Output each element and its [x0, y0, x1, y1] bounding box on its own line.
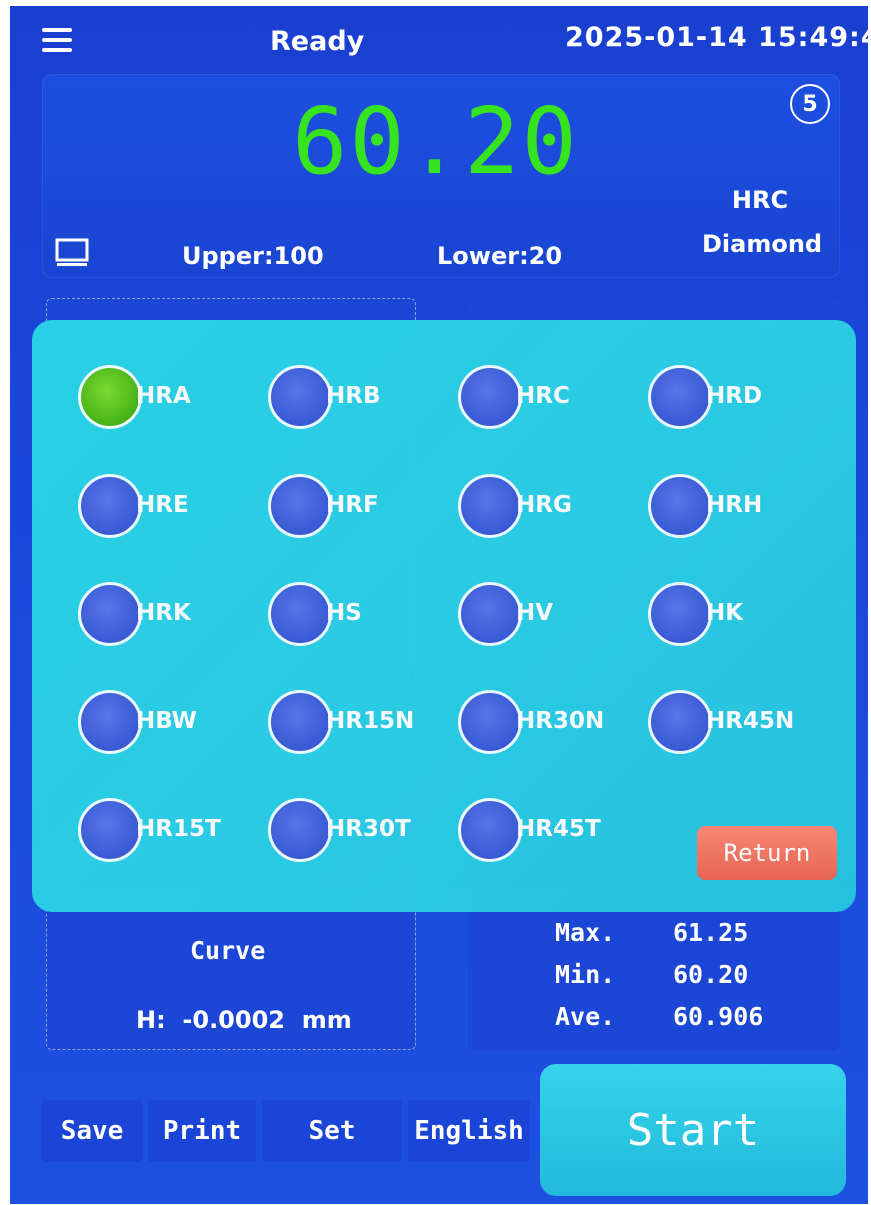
option-label: HR45N [706, 708, 795, 734]
option-label: HRE [136, 492, 189, 518]
option-label: HV [516, 600, 554, 626]
radio-icon [268, 474, 332, 538]
status-text: Ready [270, 26, 365, 57]
depth-label: H: [136, 1006, 166, 1034]
lower-limit: Lower:20 [437, 242, 563, 270]
scale-option-hr15t[interactable]: HR15T [78, 798, 268, 868]
option-label: HS [326, 600, 362, 626]
radio-icon [268, 582, 332, 646]
radio-icon [78, 798, 142, 862]
option-label: HR45T [516, 816, 601, 842]
depth-value: -0.0002 [182, 1006, 285, 1034]
scale-option-hrk[interactable]: HRK [78, 582, 268, 652]
settings-button[interactable]: Set [262, 1100, 402, 1162]
stat-label: Min. [555, 960, 616, 989]
radio-icon [268, 365, 332, 429]
scale-option-hrg[interactable]: HRG [458, 474, 648, 544]
scale-option-hrd[interactable]: HRD [648, 365, 838, 435]
stat-value: 60.20 [673, 960, 749, 989]
radio-selected-icon [78, 365, 142, 429]
radio-icon [648, 365, 712, 429]
option-label: HR30N [516, 708, 605, 734]
stat-label: Ave. [555, 1002, 616, 1031]
option-label: HRF [326, 492, 379, 518]
option-label: HK [706, 600, 744, 626]
scale-option-hr30t[interactable]: HR30T [268, 798, 458, 868]
option-label: HRB [326, 383, 381, 409]
radio-icon [458, 582, 522, 646]
stat-value: 60.906 [673, 1002, 764, 1031]
datetime: 2025-01-14 15:49:49 [565, 22, 868, 53]
option-label: HRA [136, 383, 191, 409]
scale-option-hk[interactable]: HK [648, 582, 838, 652]
statistics: Max. 61.25 Min. 60.20 Ave. 60.906 [555, 918, 763, 1044]
scale-option-hr30n[interactable]: HR30N [458, 690, 648, 760]
print-button[interactable]: Print [148, 1100, 256, 1162]
upper-limit: Upper:100 [182, 242, 324, 270]
stat-row-max: Max. 61.25 [555, 918, 763, 960]
radio-icon [648, 474, 712, 538]
scale-option-hbw[interactable]: HBW [78, 690, 268, 760]
scale-selector-dialog: HRA HRB HRC HRD HRE HRF HRG HRH HRK HS H… [32, 320, 856, 912]
option-label: HRK [136, 600, 191, 626]
option-label: HR15T [136, 816, 221, 842]
option-label: HBW [136, 708, 197, 734]
scale-option-hs[interactable]: HS [268, 582, 458, 652]
scale-option-hrh[interactable]: HRH [648, 474, 838, 544]
radio-icon [78, 690, 142, 754]
scale-option-hv[interactable]: HV [458, 582, 648, 652]
result-panel: 5 60.20 HRC Diamond Upper:100 Lower:20 [42, 74, 840, 278]
device-screen: Ready 2025-01-14 15:49:49 5 60.20 HRC Di… [10, 6, 868, 1204]
radio-icon [78, 582, 142, 646]
test-count-badge: 5 [790, 84, 830, 124]
stat-row-ave: Ave. 60.906 [555, 1002, 763, 1044]
scale-option-hr45t[interactable]: HR45T [458, 798, 648, 868]
option-label: HRC [516, 383, 570, 409]
radio-icon [458, 690, 522, 754]
radio-icon [78, 474, 142, 538]
scale-label: HRC [731, 186, 789, 214]
scale-option-hrb[interactable]: HRB [268, 365, 458, 435]
radio-icon [648, 690, 712, 754]
radio-icon [268, 798, 332, 862]
indenter-label: Diamond [702, 230, 823, 258]
scale-option-hre[interactable]: HRE [78, 474, 268, 544]
hamburger-menu-icon[interactable] [42, 28, 72, 52]
return-button[interactable]: Return [697, 826, 837, 880]
radio-icon [458, 798, 522, 862]
save-button[interactable]: Save [42, 1100, 142, 1162]
stat-label: Max. [555, 918, 616, 947]
scale-option-hrc[interactable]: HRC [458, 365, 648, 435]
hardness-value: 60.20 [292, 88, 579, 195]
depth-readout: H: -0.0002 mm [136, 1006, 352, 1034]
option-label: HRH [706, 492, 763, 518]
radio-icon [458, 365, 522, 429]
monitor-icon[interactable] [54, 234, 90, 270]
language-button[interactable]: English [408, 1100, 530, 1162]
radio-icon [458, 474, 522, 538]
curve-label: Curve [190, 936, 266, 965]
stat-row-min: Min. 60.20 [555, 960, 763, 1002]
radio-icon [648, 582, 712, 646]
option-label: HR15N [326, 708, 415, 734]
scale-option-hr45n[interactable]: HR45N [648, 690, 838, 760]
scale-option-hra[interactable]: HRA [78, 365, 268, 435]
scale-option-hrf[interactable]: HRF [268, 474, 458, 544]
option-label: HRG [516, 492, 572, 518]
scale-option-hr15n[interactable]: HR15N [268, 690, 458, 760]
stat-value: 61.25 [673, 918, 749, 947]
option-label: HRD [706, 383, 763, 409]
radio-icon [268, 690, 332, 754]
option-label: HR30T [326, 816, 411, 842]
depth-unit: mm [301, 1006, 352, 1034]
start-button[interactable]: Start [540, 1064, 846, 1196]
